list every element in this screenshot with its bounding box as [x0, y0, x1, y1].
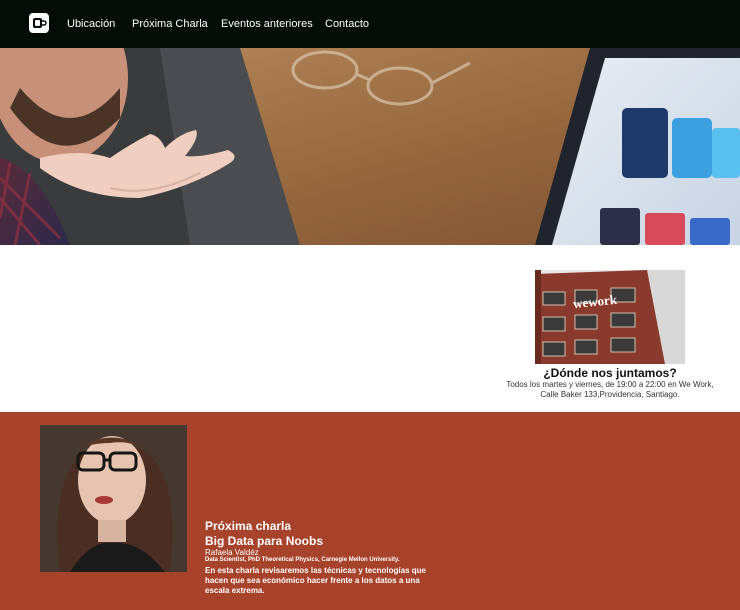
nav-link-contacto[interactable]: Contacto — [325, 18, 369, 30]
next-talk-section: Próxima charla Big Data para Noobs Rafae… — [0, 412, 740, 610]
talk-description: En esta charla revisaremos las técnicas … — [205, 566, 426, 595]
location-description: Todos los martes y viernes, de 19:00 a 2… — [506, 380, 714, 399]
location-title: ¿Dónde nos juntamos? — [543, 366, 677, 380]
talk-title: Big Data para Noobs — [205, 534, 324, 548]
nav-link-ubicacion[interactable]: Ubicación — [67, 18, 115, 30]
speaker-role: Data Scientist, PhD Theoretical Physics,… — [205, 557, 400, 563]
speaker-name: Rafaela Valdéz — [205, 548, 259, 557]
speaker-photo — [40, 425, 187, 572]
navbar: Ubicación Próxima Charla Eventos anterio… — [0, 0, 740, 48]
nav-link-eventos-anteriores[interactable]: Eventos anteriores — [221, 18, 313, 30]
nav-link-proxima-charla[interactable]: Próxima Charla — [132, 18, 208, 30]
hero-image — [0, 48, 740, 245]
coffee-cup-icon[interactable] — [29, 13, 49, 33]
talk-kicker: Próxima charla — [205, 519, 292, 533]
location-photo: wework — [535, 270, 685, 364]
